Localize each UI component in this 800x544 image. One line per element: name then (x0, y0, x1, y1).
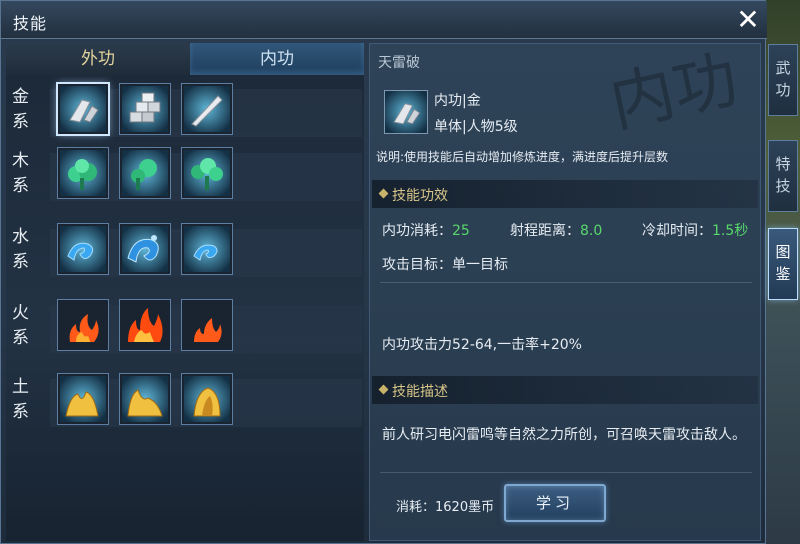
tab-outer-skills[interactable]: 外功 (6, 43, 190, 75)
skill-list-panel: 外功 内功 金系 木 系 水 系 火 系 土 系 (6, 43, 364, 541)
fire-skill-slot-3[interactable] (181, 299, 233, 351)
fire-flame-icon (184, 302, 230, 348)
water-wave-icon (184, 226, 230, 272)
water-wave-icon (122, 226, 168, 272)
side-tab-codex[interactable]: 图鉴 (768, 228, 798, 300)
skill-row-wood: 木系 (6, 145, 364, 209)
stat-range: 射程距离：8.0 (510, 223, 603, 239)
earth-skill-slot-1[interactable] (57, 373, 109, 425)
skills-window: 技能 ✕ 外功 内功 金系 木 系 水 系 火 系 土 系 内功 天雷破 内功|… (0, 0, 767, 544)
water-skill-slot-1[interactable] (57, 223, 109, 275)
stat-internal-cost: 内功消耗：25 (382, 223, 470, 239)
diamond-icon (378, 188, 389, 199)
wood-tree-icon (184, 150, 230, 196)
selected-skill-icon (384, 90, 428, 134)
skill-row-metal: 金系 (6, 81, 364, 145)
side-tab-martial-arts[interactable]: 武功 (768, 44, 798, 116)
skill-requirement: 单体|人物5级 (434, 119, 518, 135)
stat-cooldown: 冷却时间：1.5秒 (642, 223, 749, 239)
skill-name: 天雷破 (378, 55, 420, 71)
skill-detail-panel: 内功 天雷破 内功|金 单体|人物5级 说明:使用技能后自动增加修炼进度，满进度… (369, 43, 761, 541)
row-label-water: 水系 (12, 227, 29, 272)
window-title: 技能 (13, 14, 48, 33)
earth-skill-slot-2[interactable] (119, 373, 171, 425)
earth-mound-icon (122, 376, 168, 422)
tab-inner-skills[interactable]: 内功 (190, 43, 364, 75)
diamond-icon (378, 384, 389, 395)
row-label-fire: 火系 (12, 303, 29, 348)
wood-skill-slot-3[interactable] (181, 147, 233, 199)
close-button[interactable]: ✕ (733, 5, 763, 35)
divider (380, 282, 752, 283)
metal-ingots-icon (122, 86, 168, 132)
skill-type-tabs: 外功 内功 (6, 43, 364, 75)
earth-mound-icon (60, 376, 106, 422)
wood-tree-icon (122, 150, 168, 196)
learn-button[interactable]: 学习 (504, 484, 606, 522)
metal-skill-slot-1[interactable] (56, 82, 110, 136)
water-skill-slot-2[interactable] (119, 223, 171, 275)
fire-skill-slot-1[interactable] (57, 299, 109, 351)
metal-sword-icon (184, 86, 230, 132)
fire-skill-slot-2[interactable] (119, 299, 171, 351)
metal-blade-icon (60, 86, 106, 132)
metal-skill-slot-2[interactable] (119, 83, 171, 135)
learn-cost: 消耗：1620墨币 (396, 500, 495, 515)
skill-row-fire: 火系 (6, 297, 364, 361)
skill-row-earth: 土系 (6, 371, 364, 435)
wood-skill-slot-2[interactable] (119, 147, 171, 199)
skill-description: 前人研习电闪雷鸣等自然之力所创，可召唤天雷攻击敌人。 (382, 427, 746, 443)
attack-target: 攻击目标：单一目标 (382, 257, 508, 273)
skill-type: 内功|金 (434, 93, 481, 109)
water-wave-icon (60, 226, 106, 272)
metal-skill-slot-3[interactable] (181, 83, 233, 135)
row-label-earth: 土系 (12, 377, 29, 422)
title-bar: 技能 ✕ (1, 1, 767, 39)
water-skill-slot-3[interactable] (181, 223, 233, 275)
metal-blade-icon (385, 91, 427, 133)
wood-tree-icon (60, 150, 106, 196)
fire-flame-icon (122, 302, 168, 348)
skill-row-water: 水系 (6, 221, 364, 285)
wood-skill-slot-1[interactable] (57, 147, 109, 199)
divider (380, 472, 752, 473)
row-label-metal: 金系 (12, 87, 29, 132)
description-section-header: 技能描述 (372, 376, 758, 404)
skill-usage-note: 说明:使用技能后自动增加修炼进度，满进度后提升层数 (376, 150, 669, 164)
side-tab-special-skills[interactable]: 特技 (768, 140, 798, 212)
earth-skill-slot-3[interactable] (181, 373, 233, 425)
attack-power: 内功攻击力52-64,一击率+20% (382, 337, 582, 353)
earth-mound-icon (184, 376, 230, 422)
fire-flame-icon (60, 302, 106, 348)
effects-section-header: 技能功效 (372, 180, 758, 208)
row-label-wood: 木系 (12, 151, 29, 196)
